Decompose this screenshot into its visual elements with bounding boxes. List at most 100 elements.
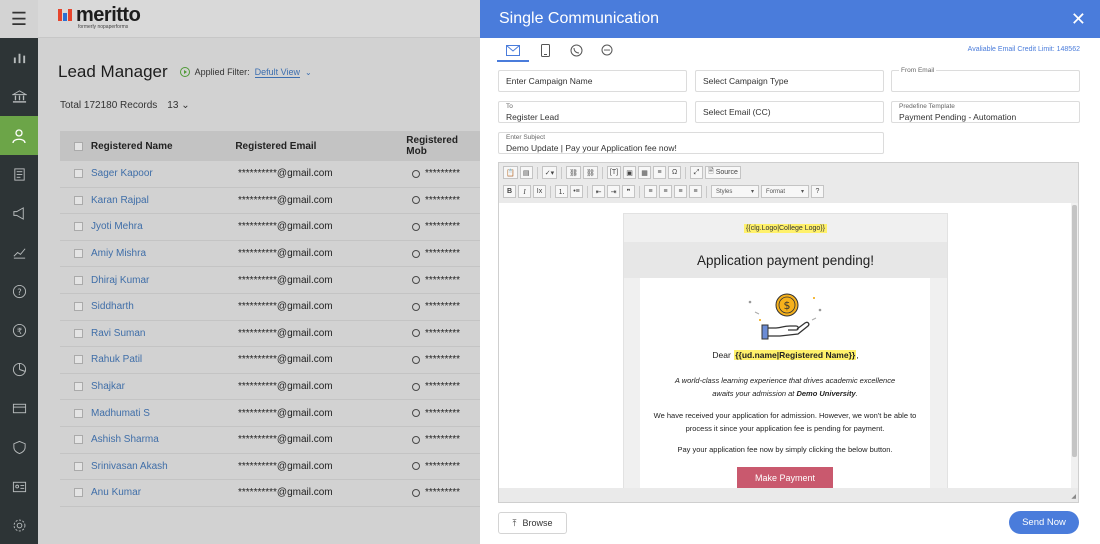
- select-all-checkbox[interactable]: [74, 141, 83, 151]
- whatsapp-icon[interactable]: [412, 249, 420, 258]
- whatsapp-icon[interactable]: [412, 382, 420, 391]
- mobile-icon[interactable]: [533, 41, 557, 59]
- outdent-icon[interactable]: ⇤: [592, 185, 605, 198]
- table-row[interactable]: Karan Rajpal **********@gmail.com ********…: [60, 188, 480, 215]
- special-char-icon[interactable]: Ω: [668, 166, 682, 179]
- row-checkbox[interactable]: [74, 328, 83, 338]
- image-icon[interactable]: ▣: [623, 166, 637, 179]
- help-button[interactable]: ?: [811, 185, 824, 198]
- remove-format-icon[interactable]: Ix: [533, 185, 546, 198]
- lead-name-link[interactable]: Rahuk Patil: [91, 354, 238, 365]
- editor-content[interactable]: {{clg.Logo|College Logo}} Application pa…: [499, 203, 1072, 488]
- row-checkbox[interactable]: [74, 275, 83, 285]
- cc-email-select[interactable]: Select Email (CC): [695, 101, 884, 123]
- link-icon[interactable]: ⛓: [566, 166, 581, 179]
- table-icon[interactable]: ▦: [638, 166, 652, 179]
- institution-icon[interactable]: [0, 77, 38, 116]
- row-checkbox[interactable]: [74, 249, 83, 259]
- row-checkbox[interactable]: [74, 488, 83, 498]
- lead-name-link[interactable]: Siddharth: [91, 301, 238, 312]
- to-field[interactable]: To Register Lead: [498, 101, 687, 123]
- italic-button[interactable]: I: [518, 185, 531, 198]
- paste-text-icon[interactable]: ▤: [519, 166, 533, 179]
- table-row[interactable]: Madhumati S **********@gmail.com *********: [60, 400, 480, 427]
- align-left-icon[interactable]: ≡: [644, 185, 657, 198]
- table-row[interactable]: Jyoti Mehra **********@gmail.com *********: [60, 214, 480, 241]
- whatsapp-icon[interactable]: [412, 169, 420, 178]
- row-checkbox[interactable]: [74, 355, 83, 365]
- field-icon[interactable]: [T]: [606, 166, 622, 179]
- user-icon[interactable]: [0, 116, 38, 155]
- blockquote-icon[interactable]: ❞: [622, 185, 635, 198]
- unlink-icon[interactable]: ⛓: [583, 166, 598, 179]
- shield-icon[interactable]: [0, 428, 38, 467]
- whatsapp-icon[interactable]: [412, 355, 420, 364]
- lead-name-link[interactable]: Srinivasan Akash: [91, 461, 238, 472]
- id-card-icon[interactable]: [0, 467, 38, 506]
- table-row[interactable]: Rahuk Patil **********@gmail.com *********: [60, 347, 480, 374]
- maximize-icon[interactable]: ⤢: [690, 166, 704, 179]
- play-icon[interactable]: [179, 67, 190, 77]
- make-payment-button[interactable]: Make Payment: [737, 467, 833, 488]
- numbered-list-icon[interactable]: ⒈: [555, 185, 568, 198]
- megaphone-icon[interactable]: [0, 194, 38, 233]
- help-icon[interactable]: ?: [0, 272, 38, 311]
- card-icon[interactable]: [0, 389, 38, 428]
- settings-icon[interactable]: [0, 506, 38, 544]
- justify-icon[interactable]: ≡: [689, 185, 702, 198]
- rupee-icon[interactable]: ₹: [0, 311, 38, 350]
- whatsapp-icon[interactable]: [412, 302, 420, 311]
- lead-name-link[interactable]: Madhumati S: [91, 408, 238, 419]
- column-header-mobile[interactable]: Registered Mob: [406, 135, 480, 157]
- resize-handle-icon[interactable]: ◢: [1071, 493, 1076, 500]
- row-checkbox[interactable]: [74, 461, 83, 471]
- lead-name-link[interactable]: Jyoti Mehra: [91, 221, 238, 232]
- filter-dropdown[interactable]: Defult View: [254, 67, 301, 78]
- table-row[interactable]: Srinivasan Akash **********@gmail.com ****…: [60, 454, 480, 481]
- whatsapp-icon[interactable]: [412, 329, 420, 338]
- bar-chart-icon[interactable]: [0, 38, 38, 77]
- source-button[interactable]: 🗎 Source: [705, 166, 741, 179]
- table-row[interactable]: Amiy Mishra **********@gmail.com *********: [60, 241, 480, 268]
- document-icon[interactable]: [0, 155, 38, 194]
- whatsapp-icon[interactable]: [412, 488, 420, 497]
- whatsapp-icon[interactable]: [412, 196, 420, 205]
- from-email-field[interactable]: From Email: [891, 67, 1080, 92]
- horizontal-line-icon[interactable]: ≡: [653, 166, 667, 179]
- format-select[interactable]: Format ▾: [761, 185, 809, 198]
- lead-name-link[interactable]: Sager Kapoor: [91, 168, 238, 179]
- table-row[interactable]: Dhiraj Kumar **********@gmail.com ********…: [60, 267, 480, 294]
- subject-input[interactable]: Enter Subject Demo Update | Pay your App…: [498, 132, 884, 154]
- row-checkbox[interactable]: [74, 222, 83, 232]
- whatsapp-icon[interactable]: [564, 41, 588, 59]
- table-row[interactable]: Sager Kapoor **********@gmail.com ********…: [60, 161, 480, 188]
- lead-name-link[interactable]: Dhiraj Kumar: [91, 275, 238, 286]
- lead-name-link[interactable]: Anu Kumar: [91, 487, 238, 498]
- spellcheck-icon[interactable]: ✓▾: [541, 166, 558, 179]
- row-checkbox[interactable]: [74, 382, 83, 392]
- row-checkbox[interactable]: [74, 302, 83, 312]
- bold-button[interactable]: B: [503, 185, 516, 198]
- lead-name-link[interactable]: Ashish Sharma: [91, 434, 238, 445]
- bullet-list-icon[interactable]: •≡: [570, 185, 583, 198]
- table-row[interactable]: Shajkar **********@gmail.com *********: [60, 374, 480, 401]
- pie-chart-icon[interactable]: [0, 350, 38, 389]
- whatsapp-icon[interactable]: [412, 409, 420, 418]
- table-row[interactable]: Siddharth **********@gmail.com *********: [60, 294, 480, 321]
- whatsapp-icon[interactable]: [412, 462, 420, 471]
- lead-name-link[interactable]: Karan Rajpal: [91, 195, 238, 206]
- whatsapp-icon[interactable]: [412, 222, 420, 231]
- lead-name-link[interactable]: Shajkar: [91, 381, 238, 392]
- table-row[interactable]: Ashish Sharma **********@gmail.com *******…: [60, 427, 480, 454]
- table-row[interactable]: Ravi Suman **********@gmail.com *********: [60, 321, 480, 348]
- email-icon[interactable]: [497, 41, 529, 62]
- row-checkbox[interactable]: [74, 408, 83, 418]
- page-size-select[interactable]: 13 ⌄: [167, 100, 189, 111]
- indent-icon[interactable]: ⇥: [607, 185, 620, 198]
- column-header-email[interactable]: Registered Email: [235, 141, 406, 152]
- align-center-icon[interactable]: ≡: [659, 185, 672, 198]
- row-checkbox[interactable]: [74, 435, 83, 445]
- styles-select[interactable]: Styles ▾: [711, 185, 759, 198]
- hamburger-icon[interactable]: ☰: [0, 0, 38, 38]
- lead-name-link[interactable]: Amiy Mishra: [91, 248, 238, 259]
